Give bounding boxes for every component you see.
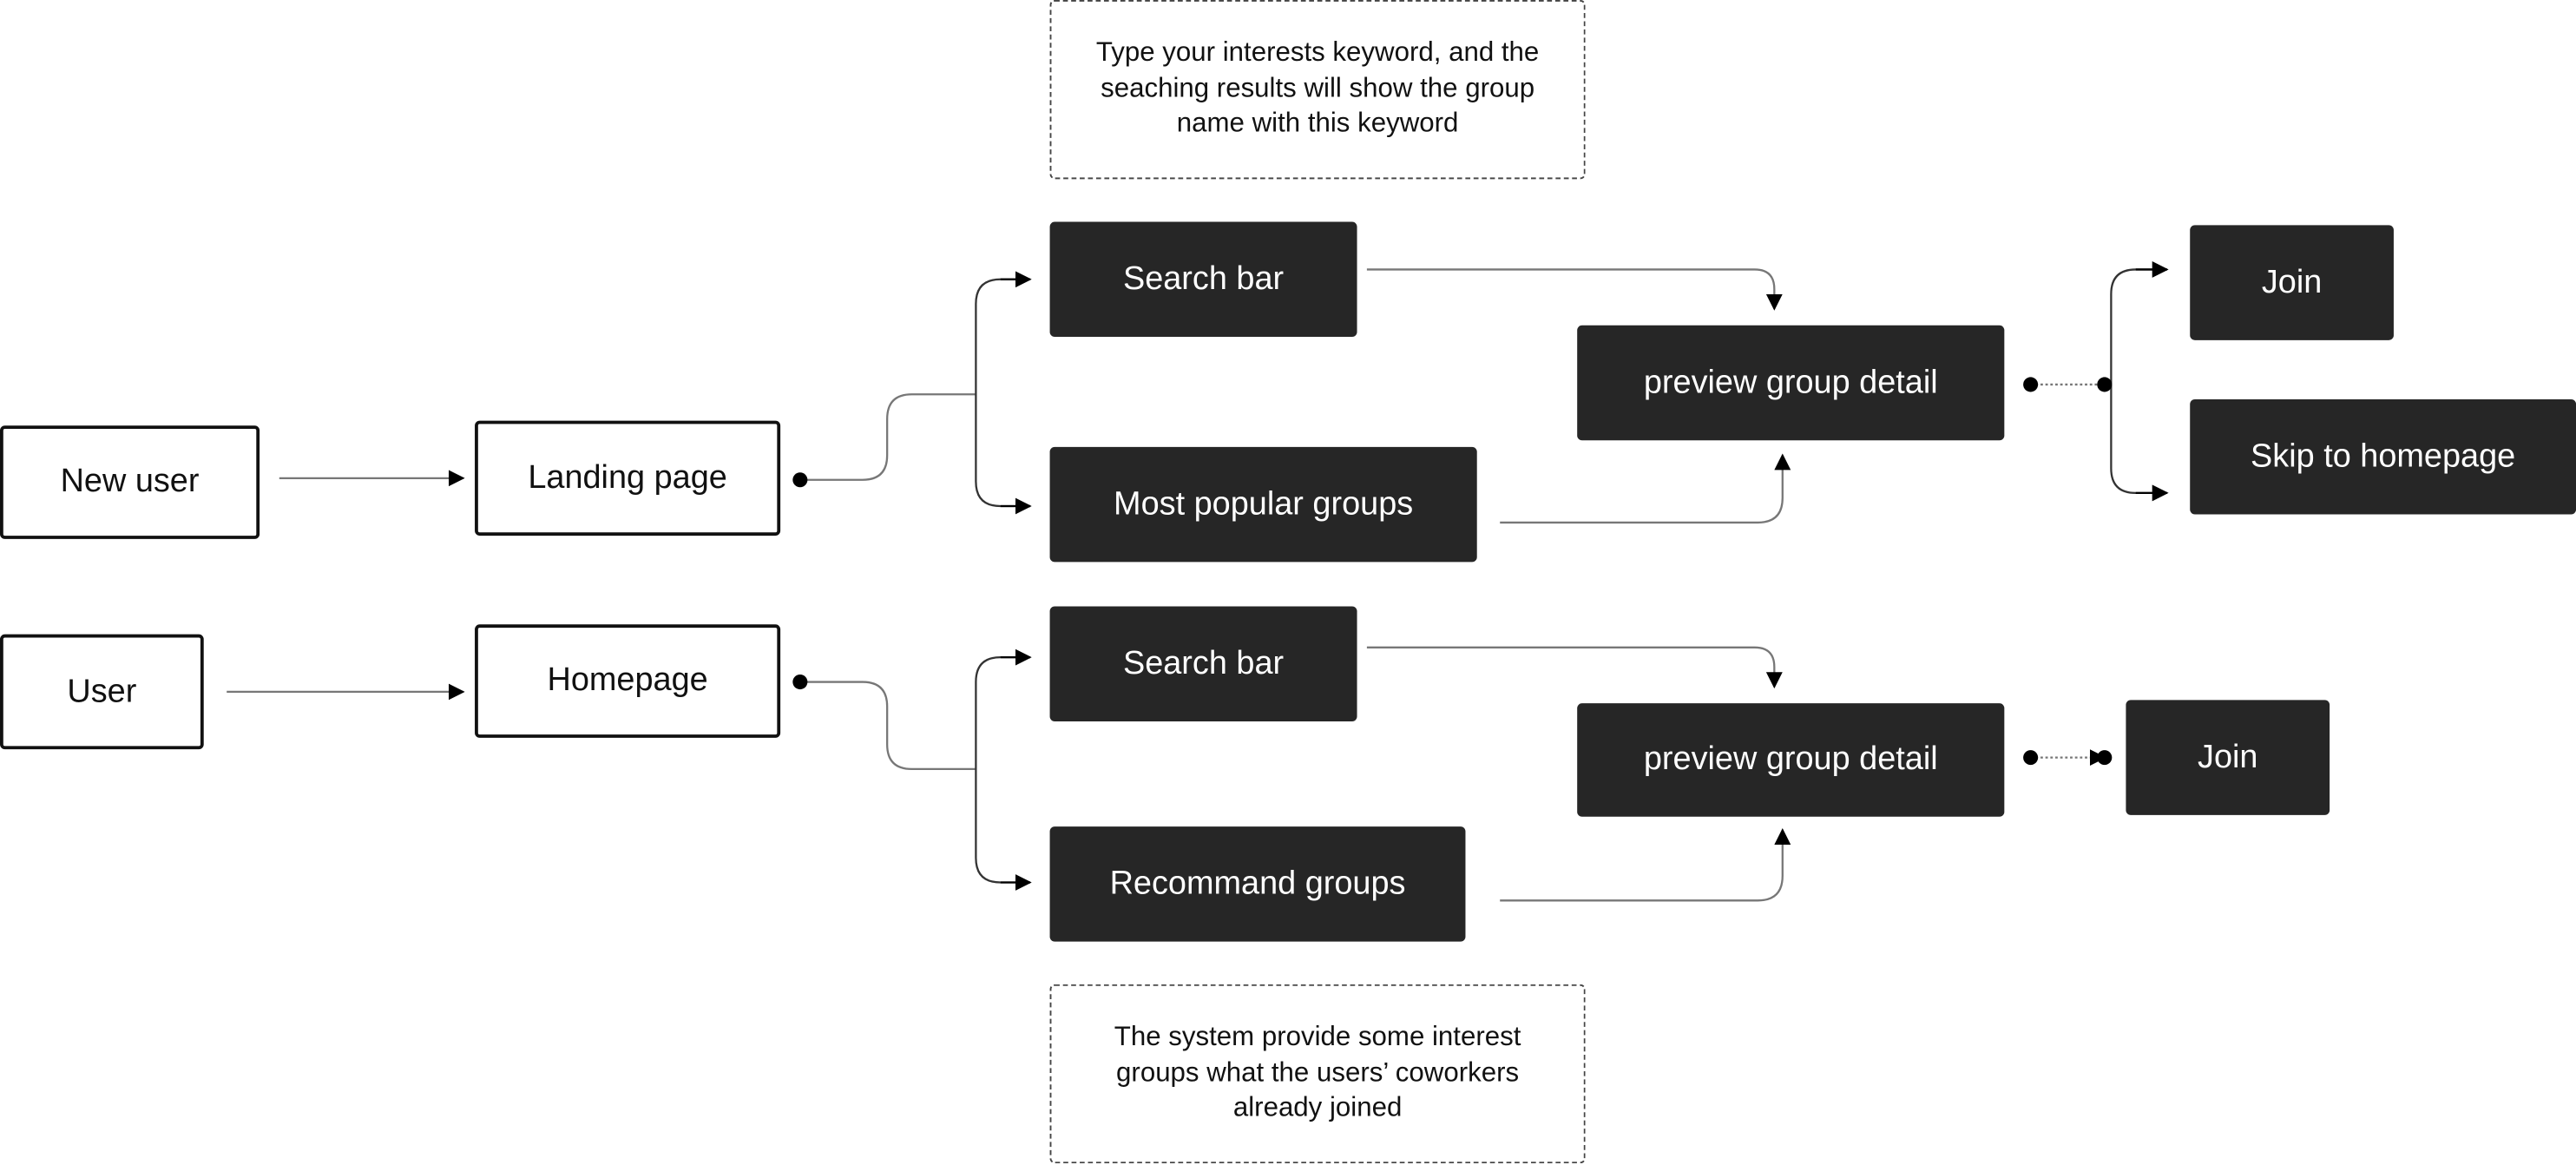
node-join-bottom: Join xyxy=(2126,700,2330,815)
node-join-top: Join xyxy=(2190,225,2394,340)
flow-diagram: Type your interests keyword, and the sea… xyxy=(0,0,2576,1165)
dot-homepage xyxy=(792,675,808,690)
node-most-popular-groups: Most popular groups xyxy=(1049,446,1477,563)
node-search-bar-bottom: Search bar xyxy=(1049,606,1357,721)
node-recommand-groups: Recommand groups xyxy=(1049,826,1466,942)
node-preview-top: preview group detail xyxy=(1577,325,2005,441)
search-note: Type your interests keyword, and the sea… xyxy=(1049,0,1586,180)
dot-preview-top-end xyxy=(2097,377,2113,392)
dot-preview-bottom-end xyxy=(2097,750,2113,766)
connector-homepage xyxy=(799,681,976,771)
bracket-homepage xyxy=(975,656,1030,884)
node-landing-page: Landing page xyxy=(475,420,781,536)
arrow-search-preview-top xyxy=(1366,268,1783,311)
bracket-preview xyxy=(2110,268,2167,495)
node-search-bar-top: Search bar xyxy=(1049,221,1357,338)
node-homepage: Homepage xyxy=(475,624,781,738)
bracket-landing xyxy=(975,278,1030,508)
arrow-search-preview-bottom xyxy=(1366,646,1783,689)
dot-landing xyxy=(792,472,808,488)
node-skip-to-homepage: Skip to homepage xyxy=(2190,398,2576,515)
dot-preview-top xyxy=(2023,377,2039,392)
node-preview-bottom: preview group detail xyxy=(1577,703,2005,817)
node-new-user: New user xyxy=(0,425,260,539)
dot-preview-bottom xyxy=(2023,750,2039,766)
node-user: User xyxy=(0,634,204,750)
arrow-recommand-preview xyxy=(1500,828,1791,902)
connector-landing xyxy=(799,393,976,481)
arrow-popular-preview xyxy=(1500,453,1791,524)
recommend-note: The system provide some interest groups … xyxy=(1049,984,1586,1164)
